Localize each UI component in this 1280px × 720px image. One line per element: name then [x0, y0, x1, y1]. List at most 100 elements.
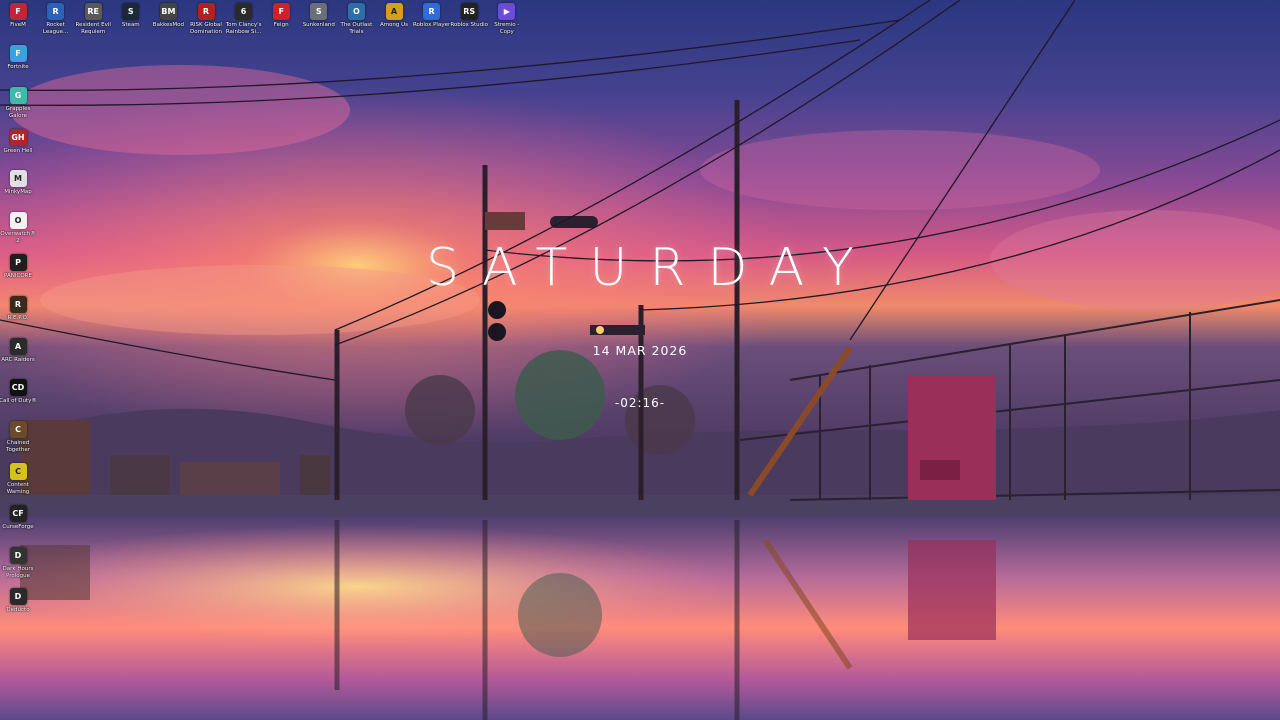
desktop-shortcut-panicore[interactable]: P PANICORE	[0, 254, 36, 280]
deducto-icon: D	[9, 588, 27, 606]
icon-glyph: RE	[87, 7, 99, 16]
desktop-shortcut-outlast[interactable]: O The Outlast Trials	[338, 3, 374, 36]
steam-icon: S	[122, 3, 140, 20]
desktop-shortcut-label: Green Hell	[3, 147, 33, 154]
icon-glyph: G	[14, 90, 22, 100]
roblox-studio-icon: RS	[460, 3, 478, 20]
desktop-shortcut-content-warning[interactable]: C Content Warning	[0, 463, 36, 496]
desktop-shortcut-rocket-league[interactable]: R Rocket League...	[38, 3, 74, 36]
overwatch-icon: O	[9, 212, 27, 230]
desktop-shortcut-label: Sunkenland	[302, 22, 335, 28]
icon-glyph: D	[14, 550, 22, 560]
panicore-icon: P	[9, 254, 27, 271]
desktop-shortcut-label: RISK Global Domination	[190, 22, 222, 35]
icon-glyph: CF	[12, 508, 24, 518]
fivem-icon: F	[9, 3, 27, 20]
desktop-shortcut-dark-hours[interactable]: D Dark Hours Prologue	[0, 546, 36, 580]
desktop-shortcut-label: Deducto	[6, 607, 30, 614]
desktop-shortcut-label: Fortnite	[7, 64, 29, 70]
icon-glyph: A	[390, 7, 398, 16]
chained-together-icon: C	[9, 421, 27, 439]
desktop-shortcut-arc-raiders[interactable]: A ARC Raiders	[0, 337, 36, 364]
desktop-shortcut-rainbow-six[interactable]: 6 Tom Clancy's Rainbow Si...	[226, 3, 262, 36]
icon-glyph: F	[278, 7, 284, 16]
desktop-shortcut-resident-evil[interactable]: RE Resident Evil Requiem	[75, 3, 111, 36]
desktop-shortcut-steam[interactable]: S Steam	[113, 3, 149, 29]
desktop-shortcut-label: Among Us	[379, 22, 409, 28]
desktop-shortcut-label: Chained Together	[6, 440, 30, 454]
desktop-shortcut-call-of-duty[interactable]: CD Call of Duty®	[0, 379, 37, 405]
date-label: 14 MAR 2026	[592, 343, 688, 358]
desktop-shortcut-label: Overwatch® 2	[0, 231, 36, 245]
desktop-shortcut-feign[interactable]: F Feign	[263, 3, 299, 29]
desktop-shortcut-label: CurseForge	[2, 523, 34, 530]
desktop-shortcut-among-us[interactable]: A Among Us	[376, 3, 412, 29]
among-us-icon: A	[385, 3, 403, 20]
desktop-shortcut-curseforge[interactable]: CF CurseForge	[0, 504, 36, 531]
icon-glyph: 6	[240, 7, 247, 16]
desktop-shortcut-label: Resident Evil Requiem	[75, 22, 111, 35]
desktop-wallpaper	[0, 0, 1280, 720]
icon-glyph: S	[315, 7, 322, 16]
desktop-shortcut-label: FiveM	[10, 22, 26, 28]
grapples-galore-icon: G	[9, 86, 27, 104]
desktop-shortcut-minkymap[interactable]: M MinkyMap	[0, 170, 36, 196]
desktop-shortcut-label: The Outlast Trials	[340, 22, 373, 35]
bakkesmod-icon: BM	[159, 3, 177, 20]
icon-glyph: RS	[463, 7, 476, 16]
icon-glyph: R	[428, 7, 435, 16]
desktop-shortcut-deducto[interactable]: D Deducto	[0, 588, 36, 614]
desktop-shortcut-label: R.E.P.O.	[7, 314, 29, 321]
desktop-shortcut-label: Steam	[121, 22, 140, 28]
time-label: -02:16-	[614, 396, 666, 410]
desktop-shortcut-label: Dark Hours Prologue	[2, 565, 34, 579]
icon-glyph: F	[15, 49, 21, 58]
desktop-shortcut-repo[interactable]: R R.E.P.O.	[0, 295, 36, 322]
fortnite-icon: F	[9, 45, 27, 62]
desktop-shortcut-bakkesmod[interactable]: BM BakkesMod	[150, 3, 186, 29]
desktop-shortcut-label: ARC Raiders	[1, 356, 35, 363]
desktop-shortcut-sunkenland[interactable]: S Sunkenland	[301, 3, 337, 29]
content-warning-icon: C	[9, 463, 27, 480]
icon-glyph: S	[127, 7, 134, 16]
rocket-league-icon: R	[47, 3, 65, 20]
desktop-shortcut-green-hell[interactable]: GH Green Hell	[0, 128, 36, 155]
green-hell-icon: GH	[9, 128, 27, 146]
desktop-shortcut-roblox-player[interactable]: R Roblox Player	[412, 3, 451, 29]
icon-glyph: M	[14, 174, 22, 184]
icon-glyph: BM	[161, 7, 176, 16]
desktop-shortcut-label: MinkyMap	[4, 189, 32, 196]
desktop-shortcut-label: Grapples Galore	[5, 105, 31, 119]
icon-glyph: ▶	[503, 7, 510, 16]
icon-glyph: D	[14, 592, 22, 602]
icon-glyph: P	[15, 258, 21, 267]
desktop-shortcut-fivem[interactable]: F FiveM	[0, 3, 36, 29]
repo-icon: R	[9, 295, 27, 313]
desktop-shortcut-overwatch[interactable]: O Overwatch® 2	[0, 212, 36, 245]
desktop-shortcut-risk[interactable]: R RISK Global Domination	[188, 3, 224, 36]
desktop-shortcut-label: Content Warning	[6, 482, 30, 495]
outlast-icon: O	[347, 3, 365, 20]
sunkenland-icon: S	[310, 3, 328, 20]
desktop-shortcut-chained-together[interactable]: C Chained Together	[0, 421, 36, 454]
icon-glyph: R	[52, 7, 59, 16]
icon-glyph: F	[15, 7, 21, 16]
roblox-player-icon: R	[423, 3, 441, 20]
desktop-shortcut-fortnite[interactable]: F Fortnite	[0, 45, 36, 71]
rainbow-six-icon: 6	[235, 3, 253, 20]
desktop-shortcut-stremio[interactable]: ▶ Stremio - Copy	[489, 3, 525, 36]
desktop-shortcut-label: PANICORE	[4, 273, 32, 279]
call-of-duty-icon: CD	[9, 379, 27, 397]
desktop-shortcut-label: Stremio - Copy	[494, 22, 520, 35]
icon-glyph: R	[14, 299, 22, 309]
desktop-shortcut-roblox-studio[interactable]: RS Roblox Studio	[450, 3, 488, 29]
icon-glyph: R	[202, 7, 210, 16]
curseforge-icon: CF	[9, 504, 27, 522]
arc-raiders-icon: A	[9, 337, 27, 355]
desktop-shortcut-label: Feign	[273, 22, 289, 28]
icon-glyph: C	[15, 425, 21, 435]
desktop-shortcut-grapples-galore[interactable]: G Grapples Galore	[0, 86, 36, 120]
dark-hours-icon: D	[9, 546, 27, 564]
desktop-shortcut-label: BakkesMod	[152, 22, 184, 28]
desktop-shortcut-label: Roblox Player	[412, 22, 451, 28]
